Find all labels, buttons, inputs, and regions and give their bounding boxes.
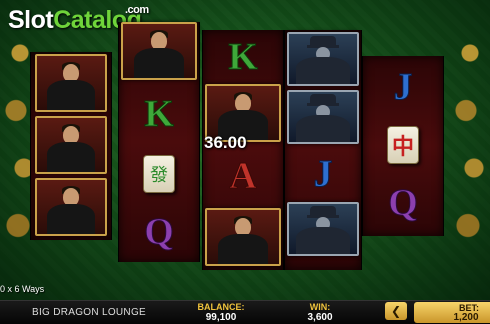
ways-indicator: 0 x 6 Ways — [0, 284, 45, 294]
symbol-q: Q — [144, 211, 175, 253]
reel-5: J 中 Q — [362, 56, 444, 236]
symbol-man — [205, 208, 281, 266]
reel-1 — [30, 52, 112, 240]
logo-suffix: .com — [125, 4, 149, 16]
bet-display[interactable]: BET: 1,200 — [414, 302, 490, 323]
symbol-a: A — [229, 155, 257, 197]
symbol-mahjong-red: 中 — [365, 116, 441, 174]
reel-2: K 發 Q — [118, 22, 200, 262]
game-scene: SlotCatalog .com K 發 Q K A J J 中 Q 36.00… — [0, 0, 490, 300]
win-value: 3,600 — [307, 312, 333, 323]
game-title: BIG DRAGON LOUNGE — [32, 307, 147, 318]
symbol-detective — [287, 90, 359, 144]
symbol-detective — [287, 32, 359, 86]
win-amount-display: 36.00 — [204, 133, 247, 152]
logo-text-slot: Slot — [8, 6, 54, 34]
symbol-mahjong-green: 發 — [121, 146, 197, 202]
symbol-k: K — [144, 93, 175, 135]
bet-decrease-button[interactable]: ❮ — [385, 302, 407, 320]
balance-label: BALANCE: — [197, 302, 245, 312]
balance-value: 99,100 — [205, 312, 237, 323]
symbol-k: K — [228, 36, 259, 78]
symbol-man — [121, 22, 197, 80]
win-label: WIN: — [309, 302, 331, 312]
symbol-j: J — [313, 153, 333, 195]
symbol-man — [35, 178, 107, 236]
symbol-j: J — [393, 66, 413, 108]
reel-4: J — [284, 30, 362, 270]
symbol-detective — [287, 202, 359, 256]
symbol-man — [35, 116, 107, 174]
symbol-q: Q — [388, 182, 419, 224]
dragon-ornament-right — [450, 30, 490, 260]
symbol-man — [35, 54, 107, 112]
bet-value: 1,200 — [453, 312, 479, 323]
